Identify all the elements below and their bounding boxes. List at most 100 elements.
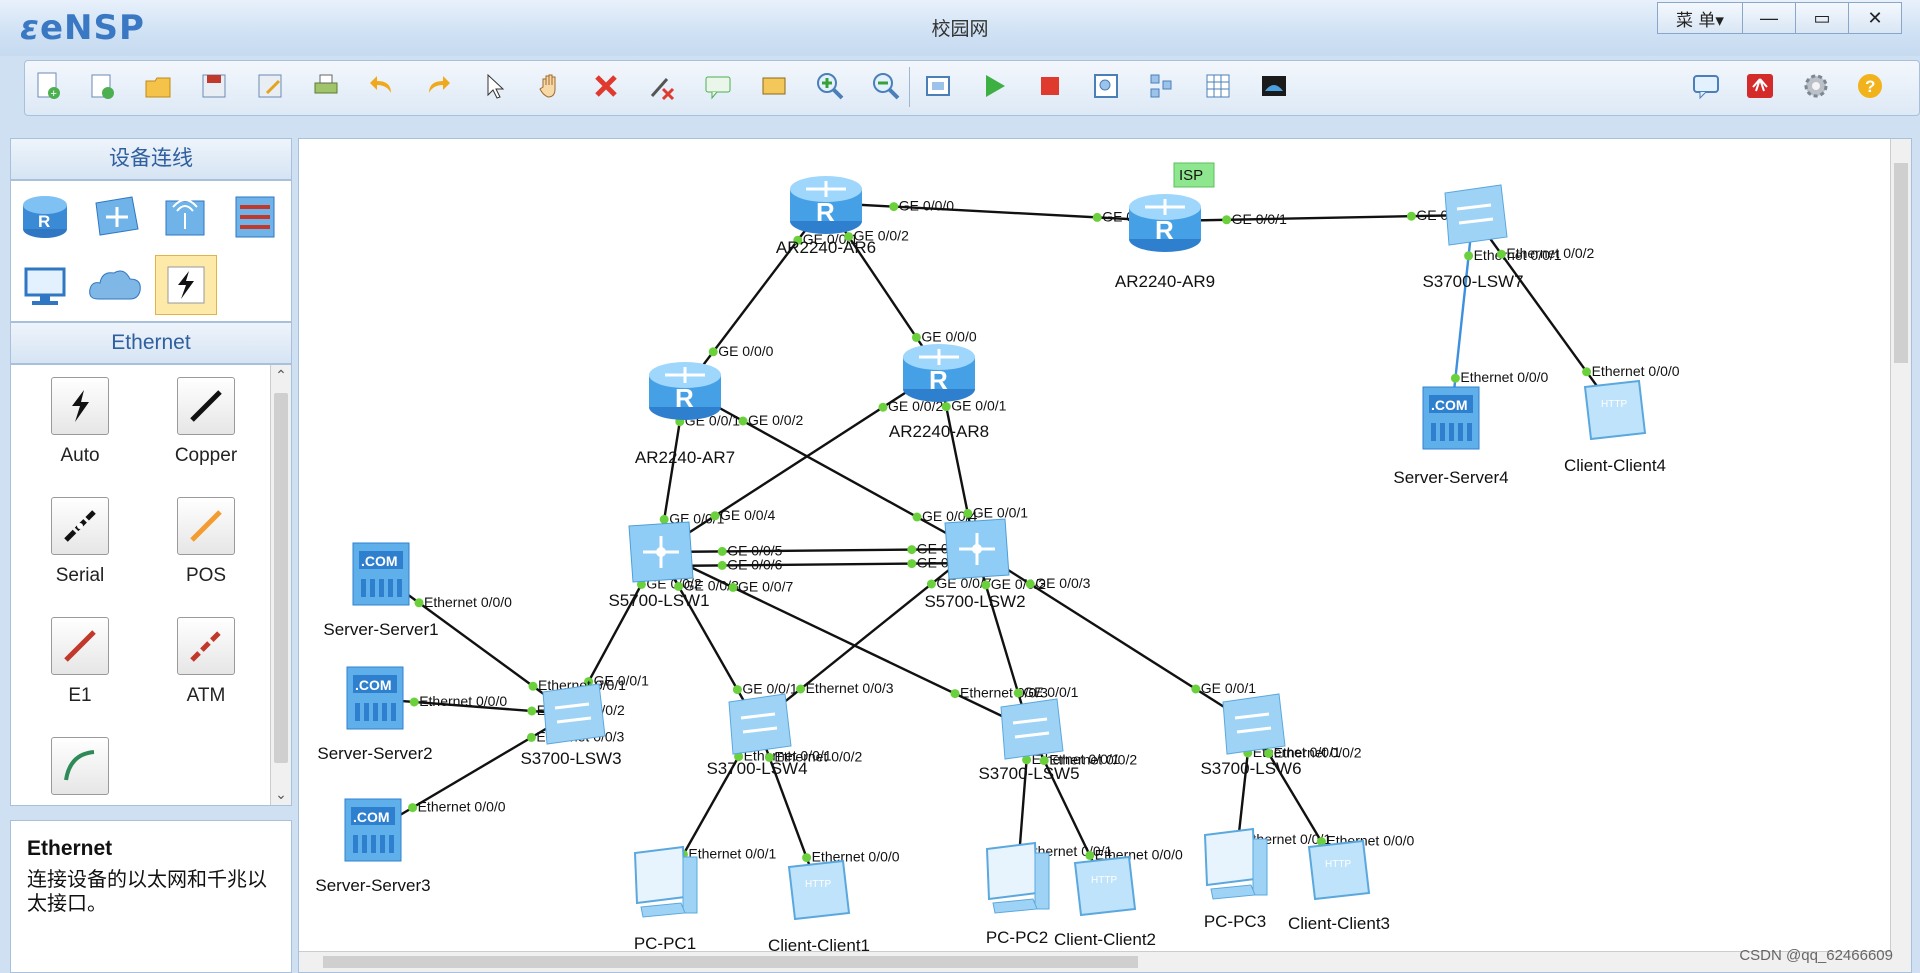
select-icon[interactable] — [477, 69, 511, 103]
device-srv4[interactable]: .COM Server-Server4 — [1393, 386, 1509, 487]
print-icon[interactable] — [309, 69, 343, 103]
device-pc3[interactable]: PC-PC3 — [1204, 827, 1268, 931]
port-status-dot — [889, 202, 899, 212]
zoom-out-icon[interactable] — [869, 69, 903, 103]
port-status-dot — [1191, 684, 1201, 694]
connection-category-icon[interactable] — [155, 255, 217, 315]
cable-atm[interactable]: ATM — [151, 617, 261, 707]
link-ar6-ar9[interactable]: GE 0/0/0GE 0/0/0 — [825, 198, 1166, 225]
device-pc1[interactable]: PC-PC1 — [634, 845, 698, 953]
svg-text:R: R — [38, 212, 50, 231]
menu-button[interactable]: 菜 单▾ — [1657, 2, 1743, 34]
port-status-dot — [1222, 215, 1232, 225]
port-status-dot — [802, 853, 812, 863]
switch-category-icon[interactable] — [85, 187, 145, 245]
zoom-in-icon[interactable] — [813, 69, 847, 103]
chat-icon[interactable] — [1689, 69, 1723, 103]
device-label: S3700-LSW6 — [1200, 759, 1301, 778]
left-panel: 设备连线 R Ethernet Auto Copper Serial POS E… — [10, 138, 292, 973]
cable-list-scrollbar[interactable]: ⌃ ⌄ — [270, 365, 291, 805]
device-lsw3[interactable]: S3700-LSW3 — [520, 683, 622, 768]
huawei-logo-icon[interactable] — [1743, 69, 1777, 103]
device-label: AR2240-AR9 — [1115, 272, 1215, 291]
minimize-button[interactable]: — — [1742, 2, 1796, 34]
device-ar6[interactable]: R AR2240-AR6 — [776, 176, 876, 257]
close-button[interactable]: ✕ — [1848, 2, 1902, 34]
pc-category-icon[interactable] — [15, 257, 75, 315]
restore-button[interactable]: ▭ — [1795, 2, 1849, 34]
device-srv2[interactable]: .COM Server-Server2 — [317, 666, 433, 763]
port-status-dot — [717, 560, 727, 570]
cable-pos[interactable]: POS — [151, 497, 261, 587]
new-topology-icon[interactable]: + — [31, 69, 65, 103]
router-category-icon[interactable]: R — [15, 187, 75, 245]
wireless-category-icon[interactable] — [155, 187, 215, 245]
undo-icon[interactable] — [365, 69, 399, 103]
topology-view-icon[interactable] — [1145, 69, 1179, 103]
port-status-dot — [732, 685, 742, 695]
auto-cable-icon — [51, 377, 109, 435]
delete-link-icon[interactable] — [645, 69, 679, 103]
scroll-up-icon[interactable]: ⌃ — [271, 367, 291, 384]
port-status-dot — [1092, 212, 1102, 222]
device-cli3[interactable]: HTTP Client-Client3 — [1288, 839, 1390, 933]
firewall-category-icon[interactable] — [225, 187, 285, 245]
link-ar9-lsw7[interactable]: GE 0/0/1 GE 0/0/1 — [1164, 207, 1474, 227]
device-lsw6[interactable]: S3700-LSW6 — [1200, 693, 1302, 778]
cable-e1[interactable]: E1 — [25, 617, 135, 707]
open-icon[interactable] — [141, 69, 175, 103]
device-pc2[interactable]: PC-PC2 — [986, 841, 1050, 947]
pan-hand-icon[interactable] — [533, 69, 567, 103]
device-srv3[interactable]: .COM Server-Server3 — [315, 798, 431, 895]
canvas-vertical-scrollbar[interactable] — [1890, 139, 1911, 972]
cable-auto[interactable]: Auto — [25, 377, 135, 467]
cable-section-title: Ethernet — [10, 322, 292, 364]
port-status-dot — [728, 582, 738, 592]
cable-list: Auto Copper Serial POS E1 ATM ⌃ ⌄ — [10, 364, 292, 806]
port-status-dot — [1025, 579, 1035, 589]
svg-text:+: + — [51, 88, 57, 100]
rectangle-icon[interactable] — [757, 69, 791, 103]
cable-ctl[interactable] — [25, 737, 135, 795]
svg-text:R: R — [816, 197, 835, 227]
topology-svg[interactable]: GE 0/0/0GE 0/0/0GE 0/0/1GE 0/0/1GE 0/0/1… — [299, 139, 1891, 955]
port-status-dot — [981, 580, 991, 590]
redo-icon[interactable] — [421, 69, 455, 103]
canvas-horizontal-scrollbar[interactable] — [299, 951, 1891, 972]
text-note-icon[interactable] — [701, 69, 735, 103]
port-label: GE 0/0/0 — [921, 328, 976, 344]
settings-gear-icon[interactable] — [1799, 69, 1833, 103]
device-section-title: 设备连线 — [10, 138, 292, 180]
scroll-down-icon[interactable]: ⌄ — [271, 786, 291, 803]
port-label: GE 0/0/4 — [720, 507, 775, 523]
cloud-category-icon[interactable] — [85, 257, 145, 315]
help-icon[interactable]: ? — [1853, 69, 1887, 103]
save-icon[interactable] — [197, 69, 231, 103]
capture-icon[interactable] — [1089, 69, 1123, 103]
topology-canvas[interactable]: GE 0/0/0GE 0/0/0GE 0/0/1GE 0/0/1GE 0/0/1… — [298, 138, 1912, 973]
device-lsw4[interactable]: S3700-LSW4 — [706, 693, 808, 778]
grid-icon[interactable] — [1201, 69, 1235, 103]
screenshot-icon[interactable] — [1257, 69, 1291, 103]
device-lsw7[interactable]: S3700-LSW7 — [1422, 184, 1524, 291]
device-srv1[interactable]: .COM Server-Server1 — [323, 542, 439, 639]
device-label: S3700-LSW7 — [1422, 272, 1523, 291]
start-device-icon[interactable] — [977, 69, 1011, 103]
cable-serial[interactable]: Serial — [25, 497, 135, 587]
stop-device-icon[interactable] — [1033, 69, 1067, 103]
new-page-icon[interactable] — [85, 69, 119, 103]
svg-text:HTTP: HTTP — [1325, 859, 1351, 870]
port-label: GE 0/0/1 — [973, 504, 1028, 520]
device-label: AR2240-AR6 — [776, 238, 876, 257]
port-label: GE 0/0/3 — [1035, 575, 1090, 591]
device-cli4[interactable]: HTTP Client-Client4 — [1564, 379, 1666, 475]
link-lsw1-lsw2[interactable]: GE 0/0/6 GE 0/0/6 — [658, 555, 976, 573]
port-status-dot — [710, 511, 720, 521]
fit-screen-icon[interactable] — [921, 69, 955, 103]
device-cli2[interactable]: HTTP Client-Client2 — [1054, 855, 1156, 949]
device-cli1[interactable]: HTTP Client-Client1 — [768, 859, 870, 955]
device-ar9[interactable]: R AR2240-AR9 — [1115, 194, 1215, 291]
cable-copper[interactable]: Copper — [151, 377, 261, 467]
delete-icon[interactable] — [589, 69, 623, 103]
save-as-icon[interactable] — [253, 69, 287, 103]
